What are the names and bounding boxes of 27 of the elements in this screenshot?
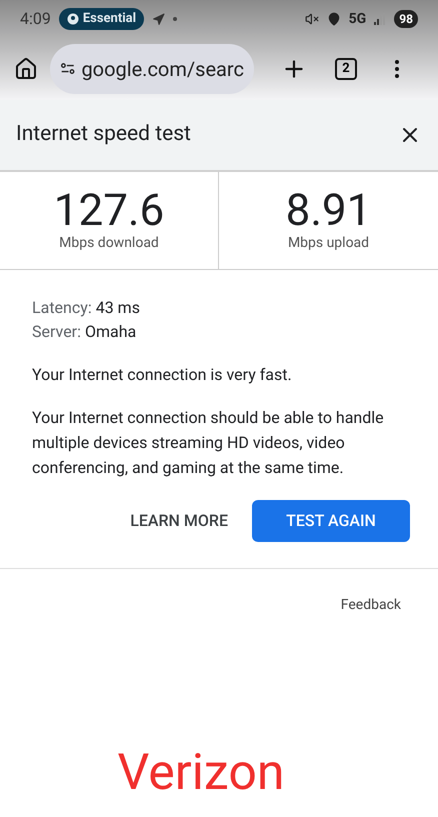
learn-more-button[interactable]: LEARN MORE — [116, 500, 242, 542]
network-label: 5G — [348, 10, 366, 28]
verizon-wordmark: Verizon — [118, 743, 284, 804]
tab-switcher-button[interactable]: 2 — [335, 58, 357, 80]
notification-pill: Essential — [58, 8, 144, 30]
speed-value: 127.6 — [54, 187, 164, 233]
mute-icon — [304, 12, 319, 26]
url-text: google.com/searc — [81, 56, 244, 83]
status-time: 4:09 — [20, 8, 51, 30]
result-paragraph: Your Internet connection is very fast. — [32, 364, 293, 386]
feedback-link[interactable]: Feedback — [340, 595, 401, 616]
location-icon — [326, 12, 341, 26]
result-paragraph: Your Internet connection should be able to handle multiple devices streaming HD videos, video conferencing, and gaming at the same time. — [32, 407, 385, 479]
arrow-icon — [152, 12, 166, 26]
speed-value: 8.91 — [286, 187, 372, 233]
speed-unit: Mbps download — [59, 234, 159, 253]
battery-level: 98 — [394, 10, 418, 28]
detail-value: 43 ms — [96, 297, 140, 319]
detail-label: Latency: — [32, 297, 92, 319]
card-title: Internet speed test — [16, 121, 191, 148]
address-bar[interactable]: google.com/searc — [50, 44, 254, 94]
detail-label: Server: — [32, 321, 81, 343]
site-settings-icon — [60, 61, 76, 77]
test-again-button[interactable]: TEST AGAIN — [252, 500, 410, 542]
detail-value: Omaha — [84, 321, 136, 343]
speed-unit: Mbps upload — [288, 234, 370, 253]
app-icon — [66, 13, 79, 25]
